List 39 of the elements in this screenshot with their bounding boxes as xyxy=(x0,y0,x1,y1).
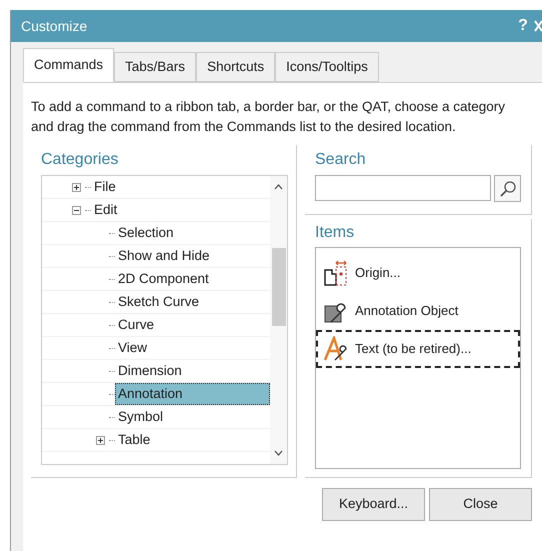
instructions-text: To add a command to a ribbon tab, a border bar, or the QAT, choose a category and drag the command from the Commands list to the desired location. xyxy=(31,98,506,136)
origin-icon xyxy=(323,260,349,286)
tree-item[interactable]: Dimension xyxy=(115,360,270,382)
tree-item[interactable]: Curve xyxy=(115,314,270,336)
text-wrench-icon xyxy=(323,336,349,362)
tree-item[interactable]: Selection xyxy=(115,222,270,244)
dialog-button[interactable]: Keyboard... xyxy=(322,488,425,521)
tree-item[interactable]: Table xyxy=(115,428,270,452)
scrollbar-thumb[interactable] xyxy=(272,248,286,326)
search-icon xyxy=(498,180,516,198)
search-field[interactable] xyxy=(315,175,491,201)
tree-item[interactable]: Symbol xyxy=(115,406,270,428)
tree-item[interactable]: View xyxy=(115,336,270,360)
window-title: Customize xyxy=(21,16,88,36)
category-tree[interactable]: File Edit Selection Show and Hide 2D Component Sketch Curve Curve View Dimension Annotation Symbol Table xyxy=(41,175,288,465)
command-item[interactable]: Text (to be retired)... xyxy=(316,330,520,368)
tree-item[interactable]: File xyxy=(91,176,270,198)
scrollbar[interactable] xyxy=(270,176,287,464)
expand-icon[interactable] xyxy=(96,436,105,444)
tab[interactable]: Shortcuts xyxy=(196,52,276,82)
tree-item[interactable]: Edit xyxy=(91,198,270,222)
command-item[interactable]: Origin... xyxy=(316,254,520,292)
items-list[interactable]: Origin... Annotation Object Text (to be retired)... xyxy=(315,247,521,469)
dialog-button[interactable]: Close xyxy=(429,488,532,521)
command-item[interactable]: Annotation Object xyxy=(316,292,520,330)
tab[interactable]: Commands xyxy=(23,48,114,82)
expand-icon[interactable] xyxy=(72,182,81,192)
collapse-icon[interactable] xyxy=(72,206,81,214)
tree-item[interactable]: Sketch Curve xyxy=(115,290,270,314)
section-heading: Categories xyxy=(41,150,120,170)
tree-item[interactable]: Show and Hide xyxy=(115,244,270,268)
tab[interactable]: Tabs/Bars xyxy=(114,52,196,82)
tab[interactable]: Icons/Tooltips xyxy=(275,52,379,82)
tree-item[interactable]: 2D Component xyxy=(115,268,270,290)
close-icon[interactable] xyxy=(534,20,542,32)
tree-item[interactable]: Annotation xyxy=(115,382,270,406)
search-button[interactable] xyxy=(494,175,521,202)
section-heading: Search xyxy=(315,150,367,170)
section-heading: Items xyxy=(315,223,356,243)
